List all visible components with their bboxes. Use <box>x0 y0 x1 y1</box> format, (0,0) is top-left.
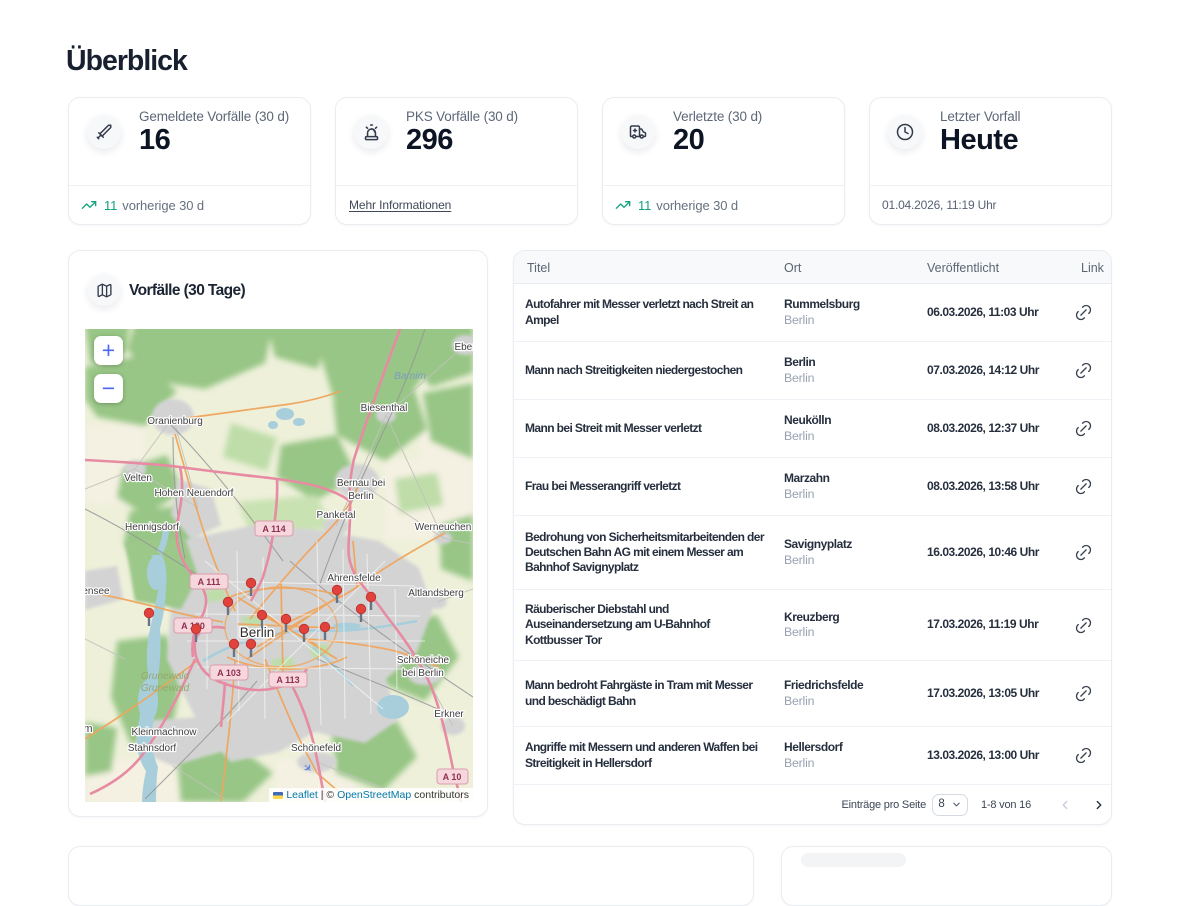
svg-text:Altlandsberg: Altlandsberg <box>408 588 464 599</box>
svg-text:A 114: A 114 <box>262 524 285 534</box>
svg-text:Schöneiche: Schöneiche <box>397 655 450 666</box>
svg-text:A 111: A 111 <box>198 577 221 587</box>
svg-text:bei Berlin: bei Berlin <box>402 668 444 679</box>
svg-text:Hennigsdorf: Hennigsdorf <box>125 522 179 533</box>
svg-text:Kleinmachnow: Kleinmachnow <box>131 727 197 738</box>
svg-text:Schönefeld: Schönefeld <box>291 743 341 754</box>
svg-text:A 10: A 10 <box>443 772 462 782</box>
svg-text:Oranienburg: Oranienburg <box>147 416 203 427</box>
svg-text:Bernau bei: Bernau bei <box>337 478 385 489</box>
svg-text:Eber: Eber <box>454 342 473 353</box>
svg-text:Hohen Neuendorf: Hohen Neuendorf <box>155 488 234 499</box>
svg-text:Berlin: Berlin <box>240 625 275 640</box>
svg-text:Panketal: Panketal <box>317 510 356 521</box>
svg-text:Grunewald: Grunewald <box>141 683 190 694</box>
svg-text:Ahrensfelde: Ahrensfelde <box>327 573 381 584</box>
svg-text:A 103: A 103 <box>217 668 241 678</box>
svg-text:ensee: ensee <box>85 586 110 597</box>
svg-text:A 113: A 113 <box>276 675 299 685</box>
svg-text:Biesenthal: Biesenthal <box>361 403 408 414</box>
svg-text:Werneuchen: Werneuchen <box>415 522 472 533</box>
svg-text:m: m <box>85 723 93 735</box>
svg-text:Stahnsdorf: Stahnsdorf <box>128 743 177 754</box>
svg-text:Berlin: Berlin <box>348 491 374 502</box>
svg-text:Grunewald: Grunewald <box>141 671 190 682</box>
svg-text:Velten: Velten <box>124 473 152 484</box>
svg-text:Barnim: Barnim <box>394 371 426 382</box>
svg-text:Erkner: Erkner <box>434 709 464 720</box>
